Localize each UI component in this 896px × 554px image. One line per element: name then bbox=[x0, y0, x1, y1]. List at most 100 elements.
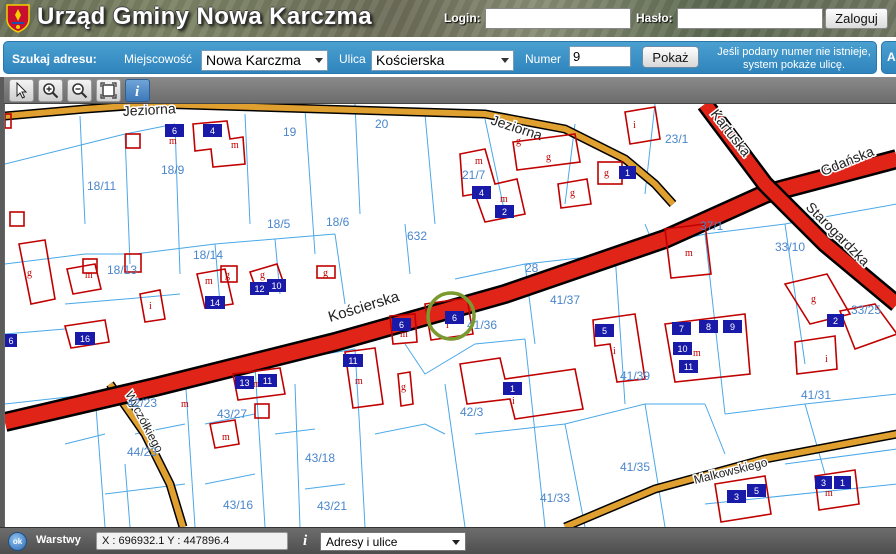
street-select[interactable]: Kościerska bbox=[371, 50, 514, 71]
layers-label[interactable]: Warstwy bbox=[36, 534, 81, 546]
glyph-m: m bbox=[693, 348, 701, 359]
svg-text:8: 8 bbox=[706, 322, 711, 332]
address-badge[interactable]: 3 bbox=[815, 476, 832, 489]
parcel-label: 18/5 bbox=[267, 217, 291, 231]
parcel-label: 18/6 bbox=[326, 215, 350, 229]
address-badge[interactable]: 11 bbox=[679, 360, 698, 373]
glyph-i: i bbox=[512, 396, 515, 407]
address-badge[interactable]: 8 bbox=[699, 320, 718, 333]
glyph-g: g bbox=[27, 268, 32, 279]
full-extent-button[interactable] bbox=[96, 79, 121, 102]
svg-text:11: 11 bbox=[263, 376, 272, 386]
address-badge[interactable]: 1 bbox=[619, 166, 636, 179]
address-badge[interactable]: 6 bbox=[165, 124, 184, 137]
glyph-m: m bbox=[500, 194, 508, 205]
side-panel-tab[interactable]: A bbox=[881, 41, 896, 74]
zoom-in-icon bbox=[43, 83, 59, 99]
svg-text:10: 10 bbox=[677, 344, 687, 354]
address-badge[interactable]: 14 bbox=[205, 296, 225, 309]
glyph-i: i bbox=[149, 301, 152, 312]
address-badge[interactable]: 2 bbox=[495, 205, 514, 218]
address-badge[interactable]: 11 bbox=[343, 354, 363, 367]
glyph-g: g bbox=[260, 270, 265, 281]
parcel-label: 18/13 bbox=[107, 263, 137, 277]
parcel-label: 28 bbox=[525, 261, 539, 275]
layer-select[interactable]: Adresy i ulice bbox=[320, 532, 466, 551]
address-badge[interactable]: 6 bbox=[5, 334, 17, 347]
svg-text:7: 7 bbox=[679, 324, 684, 334]
glyph-g: g bbox=[570, 188, 575, 199]
locality-select-value: Nowa Karczma bbox=[206, 52, 301, 68]
address-badge[interactable]: 6 bbox=[445, 311, 464, 324]
address-badge[interactable]: 1 bbox=[834, 476, 851, 489]
glyph-g: g bbox=[811, 294, 816, 305]
zoom-in-button[interactable] bbox=[38, 79, 63, 102]
address-badge[interactable]: 10 bbox=[673, 342, 692, 355]
parcel-label: 18/11 bbox=[87, 179, 116, 193]
select-tool-button[interactable] bbox=[9, 79, 34, 102]
svg-text:12: 12 bbox=[254, 284, 264, 294]
address-badge[interactable]: 16 bbox=[75, 332, 95, 345]
parcel-label: 44/23 bbox=[127, 445, 157, 459]
glyph-i: i bbox=[795, 354, 798, 365]
glyph-i: i bbox=[825, 354, 828, 365]
map-toolbar: i bbox=[4, 77, 896, 104]
map-canvas[interactable]: Kościerska Jeziorna Jeziorna Kartuska Gd… bbox=[5, 104, 896, 527]
parcel-label: 632 bbox=[407, 229, 427, 243]
address-badge[interactable]: 3 bbox=[727, 490, 746, 503]
info-tool-button[interactable]: i bbox=[125, 79, 150, 102]
info-icon: i bbox=[135, 84, 140, 99]
svg-text:11: 11 bbox=[348, 356, 357, 366]
info-icon: i bbox=[303, 533, 308, 549]
svg-text:5: 5 bbox=[602, 326, 607, 336]
address-badge[interactable]: 4 bbox=[203, 124, 222, 137]
address-badge[interactable]: 5 bbox=[747, 484, 766, 497]
svg-text:6: 6 bbox=[399, 320, 404, 330]
parcel-label: 42/3 bbox=[460, 405, 484, 419]
svg-text:16: 16 bbox=[80, 334, 90, 344]
gis-application: Urząd Gminy Nowa Karczma Login: Hasło: Z… bbox=[0, 0, 896, 554]
address-badge[interactable]: 4 bbox=[472, 186, 491, 199]
address-badge[interactable]: 5 bbox=[595, 324, 614, 337]
glyph-m: m bbox=[231, 140, 239, 151]
parcel-label: 41/39 bbox=[620, 369, 650, 383]
address-badge[interactable]: 11 bbox=[258, 374, 277, 387]
number-input[interactable] bbox=[569, 46, 631, 67]
glyph-m: m bbox=[169, 136, 177, 147]
address-badge[interactable]: 1 bbox=[503, 382, 522, 395]
login-input[interactable] bbox=[485, 8, 631, 29]
svg-text:13: 13 bbox=[239, 378, 249, 388]
svg-text:6: 6 bbox=[452, 313, 457, 323]
parcel-label: 18/9 bbox=[161, 163, 185, 177]
address-badge[interactable]: 9 bbox=[723, 320, 742, 333]
ok-icon[interactable]: ok bbox=[8, 532, 27, 551]
svg-text:11: 11 bbox=[684, 362, 693, 372]
address-badge[interactable]: 2 bbox=[827, 314, 844, 327]
address-badge[interactable]: 7 bbox=[672, 322, 691, 335]
map-view[interactable]: Kościerska Jeziorna Jeziorna Kartuska Gd… bbox=[4, 104, 896, 527]
parcel-label: 42/23 bbox=[127, 396, 157, 410]
glyph-g: g bbox=[401, 382, 406, 393]
parcel-label: 43/18 bbox=[305, 451, 335, 465]
locality-select[interactable]: Nowa Karczma bbox=[201, 50, 328, 71]
coordinates-readout: X : 696932.1 Y : 447896.4 bbox=[96, 532, 288, 550]
address-badge[interactable]: 12 bbox=[250, 282, 269, 295]
address-badge[interactable]: 10 bbox=[267, 279, 286, 292]
glyph-m: m bbox=[685, 248, 693, 259]
svg-text:4: 4 bbox=[210, 126, 215, 136]
full-extent-icon bbox=[100, 82, 117, 99]
login-button[interactable]: Zaloguj bbox=[825, 8, 888, 29]
glyph-m: m bbox=[85, 270, 93, 281]
password-input[interactable] bbox=[677, 8, 823, 29]
svg-text:1: 1 bbox=[625, 168, 630, 178]
glyph-i: i bbox=[613, 346, 616, 357]
status-bar: ok Warstwy X : 696932.1 Y : 447896.4 i A… bbox=[0, 527, 896, 554]
svg-text:1: 1 bbox=[510, 384, 515, 394]
address-badge[interactable]: 6 bbox=[392, 318, 411, 331]
street-label-jeziorna-1: Jeziorna bbox=[122, 104, 176, 119]
parcel-label: 19 bbox=[283, 125, 297, 139]
parcel-label: 41/31 bbox=[801, 388, 831, 402]
address-badge[interactable]: 13 bbox=[235, 376, 254, 389]
show-button[interactable]: Pokaż bbox=[642, 46, 699, 68]
zoom-out-button[interactable] bbox=[67, 79, 92, 102]
